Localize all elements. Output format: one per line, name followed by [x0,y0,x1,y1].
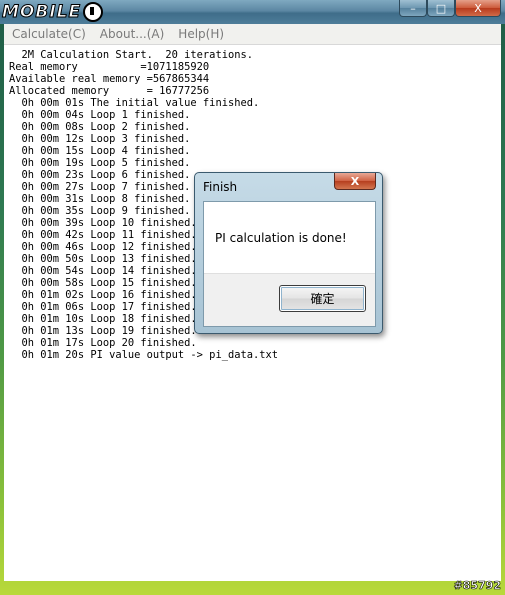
dialog-message: PI calculation is done! [215,231,347,245]
menu-calculate[interactable]: Calculate(C) [12,27,86,41]
logo-text: MOBILE [1,2,82,23]
dialog-footer: 確定 [204,273,375,326]
watermark-text: #85792 [453,579,501,593]
console-line: 0h 01m 17s Loop 20 finished. [9,337,197,349]
dialog-body: PI calculation is done! 確定 [203,201,376,327]
menubar: Calculate(C) About...(A) Help(H) [4,24,501,45]
ok-button[interactable]: 確定 [279,285,366,312]
main-titlebar: MOBILE – □ X [0,0,505,24]
dialog-close-button[interactable]: X [334,173,376,190]
console-line: 0h 01m 20s PI value output -> pi_data.tx… [9,349,279,361]
console-line: 2M Calculation Start. 20 iterations. [9,49,253,61]
console-line: Allocated memory = 16777256 [9,85,210,97]
menu-about[interactable]: About...(A) [100,27,165,41]
finish-dialog: Finish X PI calculation is done! 確定 [194,172,383,334]
console-line: Available real memory =567865344 [9,73,210,85]
console-line: 0h 00m 15s Loop 4 finished. [9,145,191,157]
console-line: 0h 00m 08s Loop 2 finished. [9,121,191,133]
dialog-title: Finish [203,180,238,194]
console-line: 0h 00m 04s Loop 1 finished. [9,109,191,121]
logo-01-icon [83,2,104,22]
close-button[interactable]: X [455,0,501,17]
menu-help[interactable]: Help(H) [178,27,224,41]
maximize-button[interactable]: □ [427,0,455,17]
console-line: 0h 00m 12s Loop 3 finished. [9,133,191,145]
console-line: 0h 00m 01s The initial value finished. [9,97,260,109]
console-line: 0h 00m 19s Loop 5 finished. [9,157,191,169]
window-controls: – □ X [399,0,501,17]
mobile01-logo: MOBILE [1,1,104,23]
console-line: Real memory =1071185920 [9,61,210,73]
minimize-button[interactable]: – [399,0,427,17]
